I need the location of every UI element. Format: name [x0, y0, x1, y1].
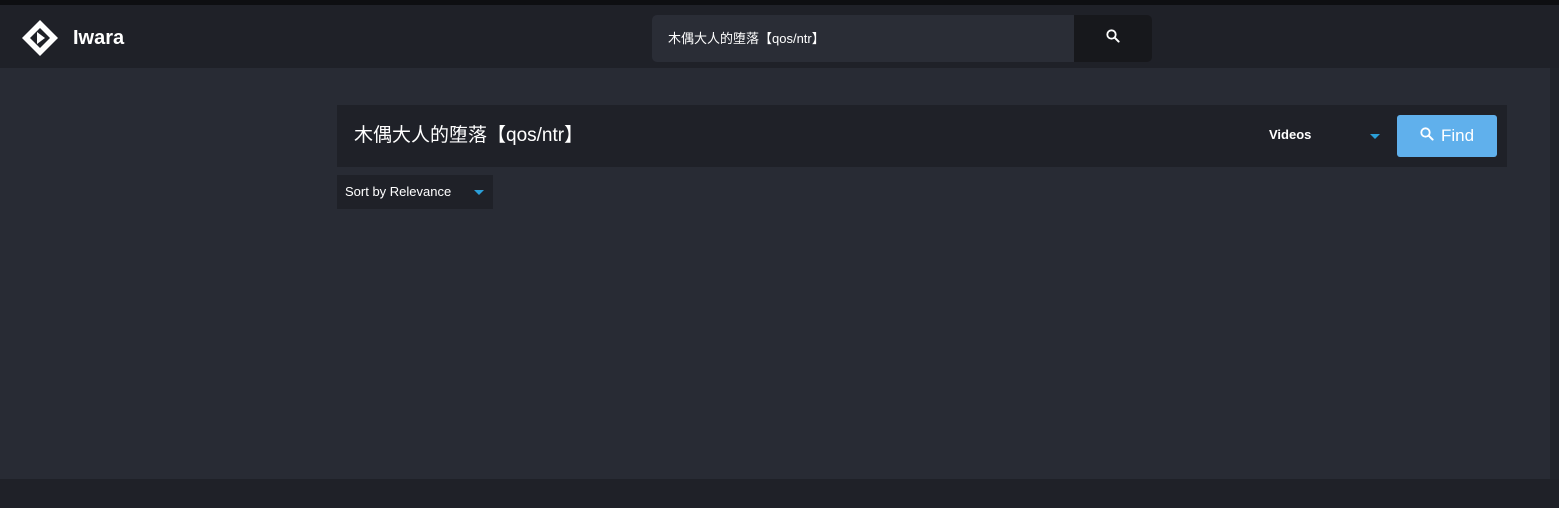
chevron-down-icon	[474, 190, 484, 195]
type-select-label: Videos	[1269, 127, 1312, 142]
scrollbar[interactable]	[1550, 68, 1559, 479]
search-panel: 木偶大人的堕落【qos/ntr】 Videos Find	[337, 105, 1507, 167]
footer	[0, 479, 1559, 508]
find-button[interactable]: Find	[1397, 115, 1497, 157]
search-icon	[1420, 126, 1434, 146]
find-button-label: Find	[1440, 126, 1475, 145]
header-search-input[interactable]: 木偶大人的堕落【qos/ntr】	[652, 15, 1075, 62]
header-search-button[interactable]	[1074, 15, 1152, 62]
search-icon	[1106, 29, 1120, 48]
sort-select-label: Sort by Relevance	[345, 184, 452, 199]
type-select[interactable]: Videos	[1257, 105, 1397, 167]
chevron-down-icon	[1370, 134, 1380, 139]
sort-select[interactable]: Sort by Relevance	[337, 175, 493, 209]
iwara-logo-icon[interactable]	[21, 19, 59, 57]
brand-name[interactable]: Iwara	[73, 26, 124, 50]
search-query-input[interactable]: 木偶大人的堕落【qos/ntr】	[354, 124, 583, 148]
